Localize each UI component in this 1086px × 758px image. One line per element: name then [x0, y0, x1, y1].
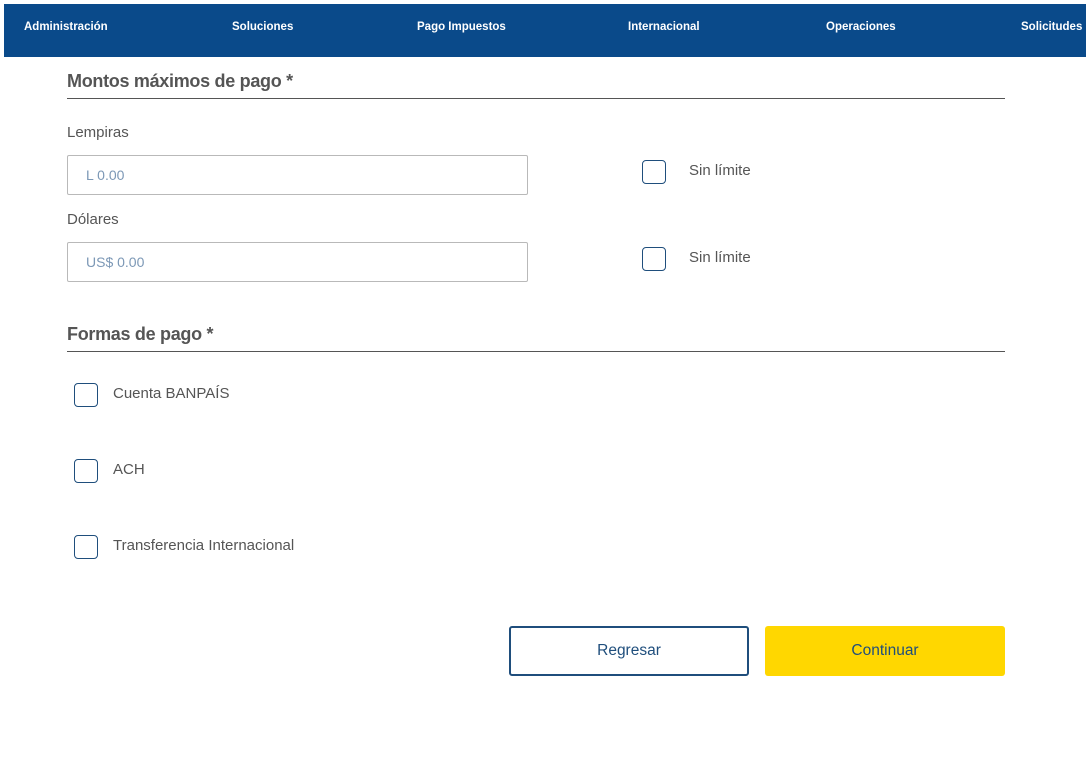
top-nav: Administración Soluciones Pago Impuestos… [4, 4, 1086, 57]
nav-item-operaciones[interactable]: Operaciones [826, 4, 896, 57]
formas-section-divider [67, 351, 1005, 352]
page: Administración Soluciones Pago Impuestos… [0, 0, 1086, 758]
nav-item-solicitudes[interactable]: Solicitudes [1021, 4, 1082, 57]
back-button[interactable]: Regresar [509, 626, 749, 676]
continue-button[interactable]: Continuar [765, 626, 1005, 676]
payment-option-banpais-label: Cuenta BANPAÍS [113, 385, 230, 402]
payment-option-ach-checkbox[interactable] [74, 459, 98, 483]
dolares-label: Dólares [67, 211, 119, 228]
payment-option-international-checkbox[interactable] [74, 535, 98, 559]
payment-option-ach-label: ACH [113, 461, 145, 478]
dolares-no-limit-label: Sin límite [689, 249, 751, 266]
nav-item-internacional[interactable]: Internacional [628, 4, 700, 57]
dolares-amount-input[interactable] [67, 242, 528, 282]
lempiras-no-limit-label: Sin límite [689, 162, 751, 179]
nav-item-administracion[interactable]: Administración [24, 4, 108, 57]
nav-item-pago-impuestos[interactable]: Pago Impuestos [417, 4, 506, 57]
montos-section-divider [67, 98, 1005, 99]
lempiras-amount-input[interactable] [67, 155, 528, 195]
montos-section-title: Montos máximos de pago * [67, 71, 293, 91]
payment-option-banpais-checkbox[interactable] [74, 383, 98, 407]
nav-item-soluciones[interactable]: Soluciones [232, 4, 293, 57]
lempiras-label: Lempiras [67, 124, 129, 141]
payment-option-international-label: Transferencia Internacional [113, 537, 295, 554]
dolares-no-limit-checkbox[interactable] [642, 247, 666, 271]
formas-section-title: Formas de pago * [67, 324, 214, 344]
lempiras-no-limit-checkbox[interactable] [642, 160, 666, 184]
